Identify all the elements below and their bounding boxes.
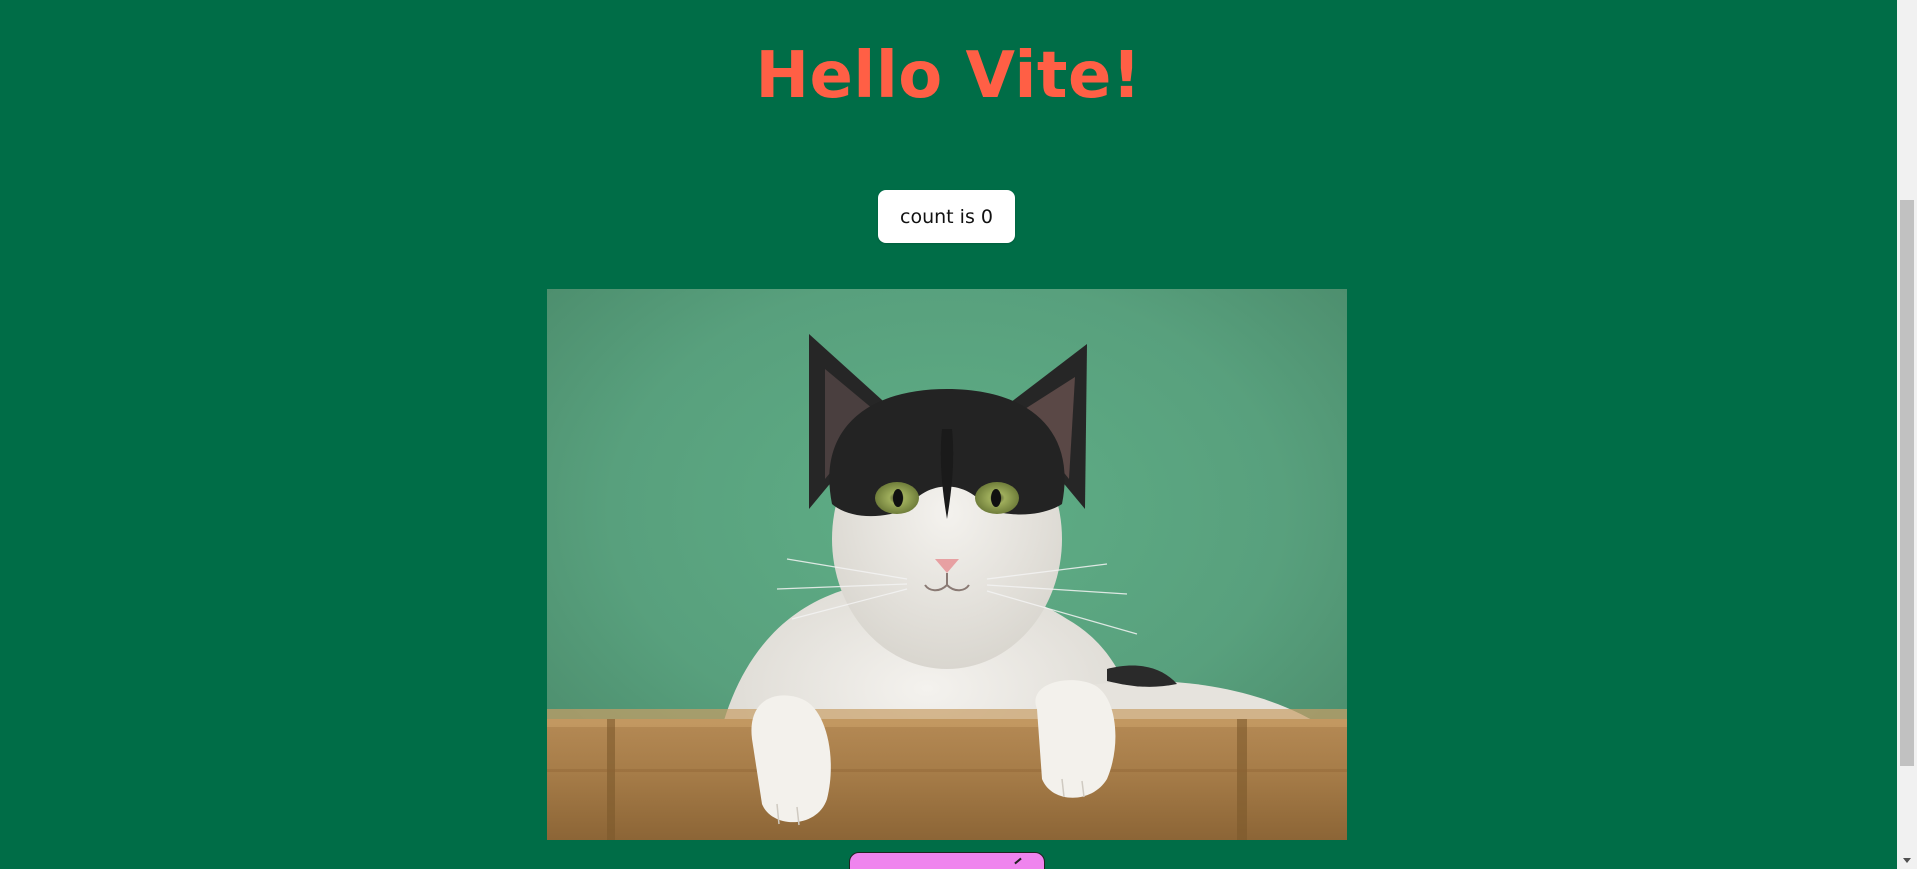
scrollbar-thumb[interactable] (1900, 200, 1914, 766)
bottom-button[interactable] (849, 852, 1045, 869)
counter-button[interactable]: count is 0 (878, 190, 1015, 243)
vertical-scrollbar[interactable] (1897, 0, 1917, 869)
page: Hello Vite! count is 0 (0, 0, 1897, 869)
chevron-down-icon (1903, 857, 1911, 863)
page-title: Hello Vite! (755, 39, 1142, 113)
scroll-down-button[interactable] (1897, 851, 1917, 869)
cat-photo (547, 289, 1347, 840)
check-icon (1014, 857, 1022, 865)
